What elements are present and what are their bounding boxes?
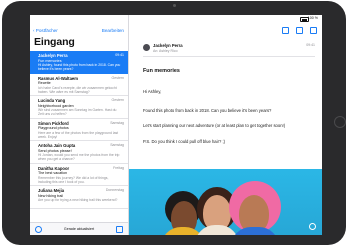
update-status: Gerade aktualisiert — [63, 227, 95, 231]
camera — [173, 4, 176, 7]
message-subject: The best vacation — [38, 171, 68, 175]
message-toolbar — [278, 27, 318, 34]
message-sender: Rasmus Al-Waltaem — [38, 75, 78, 81]
message-sender: Jackelyn Perra — [38, 53, 68, 58]
message-detail-pane: Jackelyn Perra An: Ashley Rico 09:41 Fun… — [129, 15, 322, 235]
message-subject: Neighborhood garden — [38, 103, 74, 108]
message-date: Gestern — [111, 75, 124, 80]
message-date: Samstag — [110, 120, 124, 125]
photo-person-middle-shirt — [195, 225, 239, 235]
message-subject: Playground photos — [38, 126, 69, 130]
message-subject: Send photos please! — [38, 148, 72, 153]
message-sender: Simon Pickford — [38, 120, 69, 126]
message-row[interactable]: Danitha Kapoor Freitag The best vacation… — [30, 164, 128, 186]
message-preview: Hi Jordan, would you send me the photos … — [38, 153, 120, 161]
message-preview: Ich habe Carol's rezepte, die wir zusamm… — [38, 85, 117, 94]
message-preview: Here are a few of the photos from the pl… — [38, 130, 119, 139]
message-subject: Fun memories — [143, 68, 180, 74]
message-preview: Are you up for trying a new hiking trail… — [38, 198, 118, 202]
message-date: 09:41 — [306, 43, 315, 47]
avatar — [143, 44, 150, 51]
message-row[interactable]: Jackelyn Perra 09:41 Fun memories Hi Ash… — [30, 51, 128, 74]
message-from[interactable]: Jackelyn Perra — [153, 43, 183, 48]
mailbox-list-pane: ‹ Postfächer Bearbeiten Eingang Jackelyn… — [30, 15, 129, 235]
message-date: Freitag — [113, 165, 124, 170]
message-date: Gestern — [111, 98, 124, 102]
message-preview: Remember this journey? We did a lot of t… — [38, 175, 109, 184]
message-row[interactable]: Rasmus Al-Waltaem Gestern Recette Ich ha… — [30, 74, 128, 96]
compose-icon[interactable] — [310, 27, 317, 34]
reply-icon[interactable] — [309, 223, 316, 230]
screen: 09:41 Dienstag 12. Sept. 100 % ‹ Postfäc… — [30, 15, 322, 235]
attached-photo[interactable] — [129, 169, 322, 235]
message-date: Samstag — [110, 143, 124, 147]
folder-icon[interactable] — [296, 27, 303, 34]
page-title: Eingang — [34, 36, 75, 48]
message-row[interactable]: Lucinda Yang Gestern Neighborhood garden… — [30, 96, 128, 119]
message-row[interactable]: Simon Pickford Samstag Playground photos… — [30, 119, 128, 141]
message-sender: Antoha Jain Gupta — [38, 143, 76, 148]
home-button[interactable] — [334, 116, 346, 128]
photo-person-right-shirt — [231, 227, 279, 235]
message-preview: Wir sind zusammen am Sonntag im Garten. … — [38, 108, 117, 116]
message-sender: Danitha Kapoor — [38, 165, 70, 171]
message-sender: Lucinda Yang — [38, 98, 66, 103]
message-row[interactable]: Antoha Jain Gupta Samstag Send photos pl… — [30, 141, 128, 164]
message-subject: Fun memories — [38, 58, 62, 63]
edit-button[interactable]: Bearbeiten — [102, 28, 124, 33]
trash-icon[interactable] — [282, 27, 289, 34]
back-to-mailboxes-button[interactable]: ‹ Postfächer — [33, 28, 58, 33]
message-to[interactable]: An: Ashley Rico — [153, 49, 178, 53]
body-line: Found this photo from back in 2018. Can … — [143, 108, 272, 113]
ipad-device: 09:41 Dienstag 12. Sept. 100 % ‹ Postfäc… — [2, 1, 346, 245]
message-header: Jackelyn Perra An: Ashley Rico 09:41 — [143, 42, 315, 57]
list-footer: Gerade aktualisiert — [30, 222, 128, 235]
message-date: 09:41 — [115, 53, 124, 57]
message-sender: Juliana Mejia — [38, 188, 65, 193]
message-subject: Recette — [38, 81, 51, 85]
message-subject: New hiking trail — [38, 193, 64, 198]
message-date: Donnerstag — [105, 188, 124, 192]
message-row[interactable]: Juliana Mejia Donnerstag New hiking trai… — [30, 186, 128, 209]
message-preview: Hi Ashley, found this photo from back in… — [38, 63, 121, 71]
body-line: Let's start planning our next adventure … — [143, 123, 286, 128]
message-list: Jackelyn Perra 09:41 Fun memories Hi Ash… — [30, 51, 128, 209]
body-line: P.S. Do you think I could pull off blue … — [143, 139, 226, 144]
compose-icon[interactable] — [116, 226, 123, 233]
body-line: Hi Ashley, — [143, 89, 162, 94]
